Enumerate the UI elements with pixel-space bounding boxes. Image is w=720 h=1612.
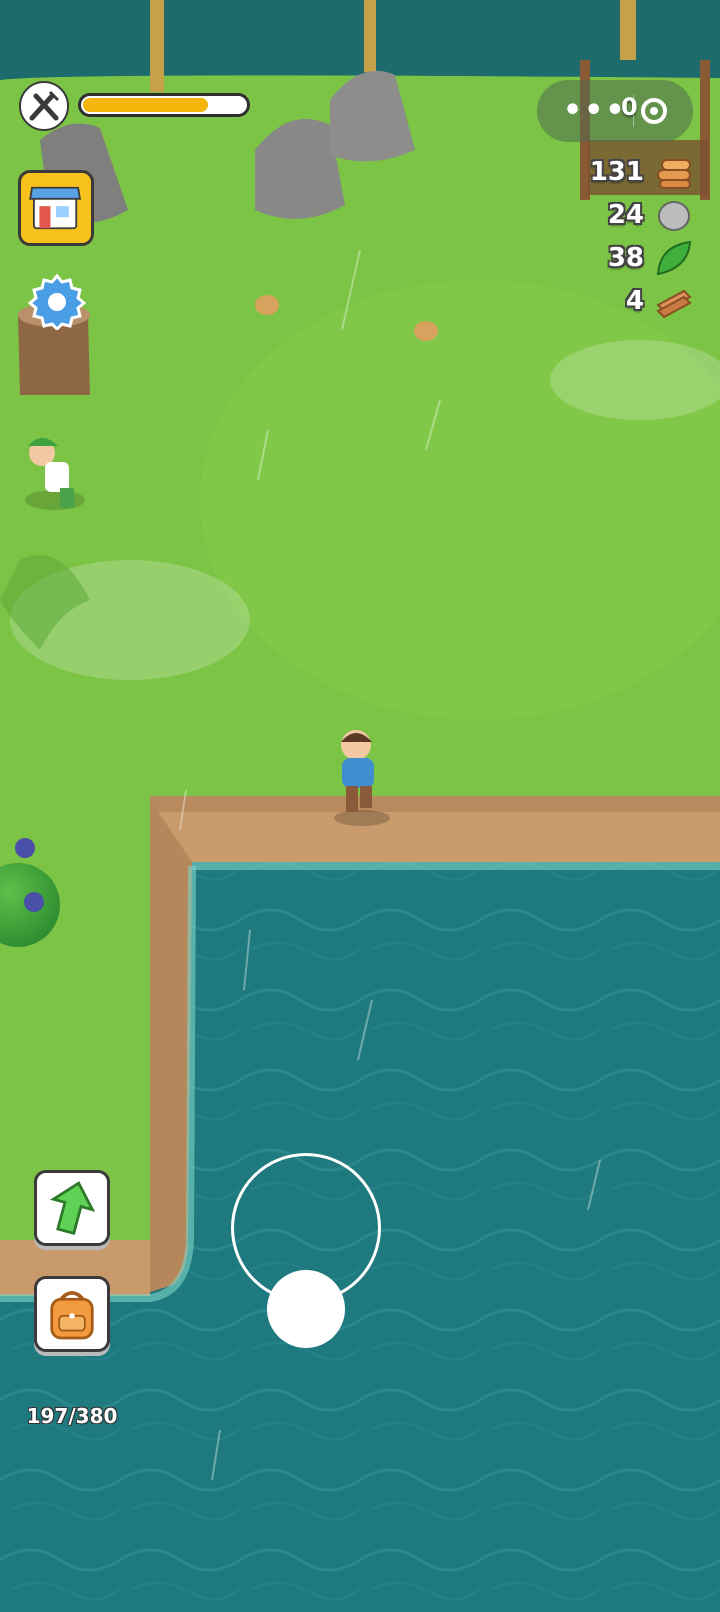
leaf-icon xyxy=(656,240,692,276)
hunger-bar-fill xyxy=(83,98,209,112)
mini-program-capsule: ••• xyxy=(537,80,693,142)
more-dots-icon[interactable]: ••• xyxy=(563,96,627,126)
up-arrow-icon xyxy=(49,1181,96,1235)
plank-count: 4 xyxy=(625,286,644,316)
backpack-capacity: 197/380 xyxy=(26,1404,118,1428)
resource-leaf: 38 xyxy=(600,238,694,278)
stump xyxy=(255,295,279,315)
leaf-count: 38 xyxy=(607,243,644,273)
resource-stone: 24 xyxy=(600,195,694,235)
coin-count: 0 xyxy=(621,93,638,121)
settings-button[interactable] xyxy=(28,272,86,330)
hunger-bar xyxy=(78,93,250,117)
resource-wood: 131 xyxy=(590,152,694,192)
resource-plank: 4 xyxy=(600,281,694,321)
stone-icon xyxy=(658,201,690,231)
stump xyxy=(414,321,438,341)
fork-knife-icon xyxy=(18,80,70,132)
backpack-button[interactable] xyxy=(34,1276,110,1352)
shop-button[interactable] xyxy=(18,170,94,246)
gear-icon xyxy=(28,273,86,330)
joystick-knob[interactable] xyxy=(267,1270,345,1348)
stone-count: 24 xyxy=(607,200,644,230)
shop-icon xyxy=(29,186,82,230)
wood-logs-icon xyxy=(657,159,691,189)
plank-icon xyxy=(656,289,692,319)
upgrade-button[interactable] xyxy=(34,1170,110,1246)
target-circle-icon[interactable] xyxy=(641,98,667,124)
backpack-icon xyxy=(50,1290,94,1340)
wood-count: 131 xyxy=(589,157,644,187)
